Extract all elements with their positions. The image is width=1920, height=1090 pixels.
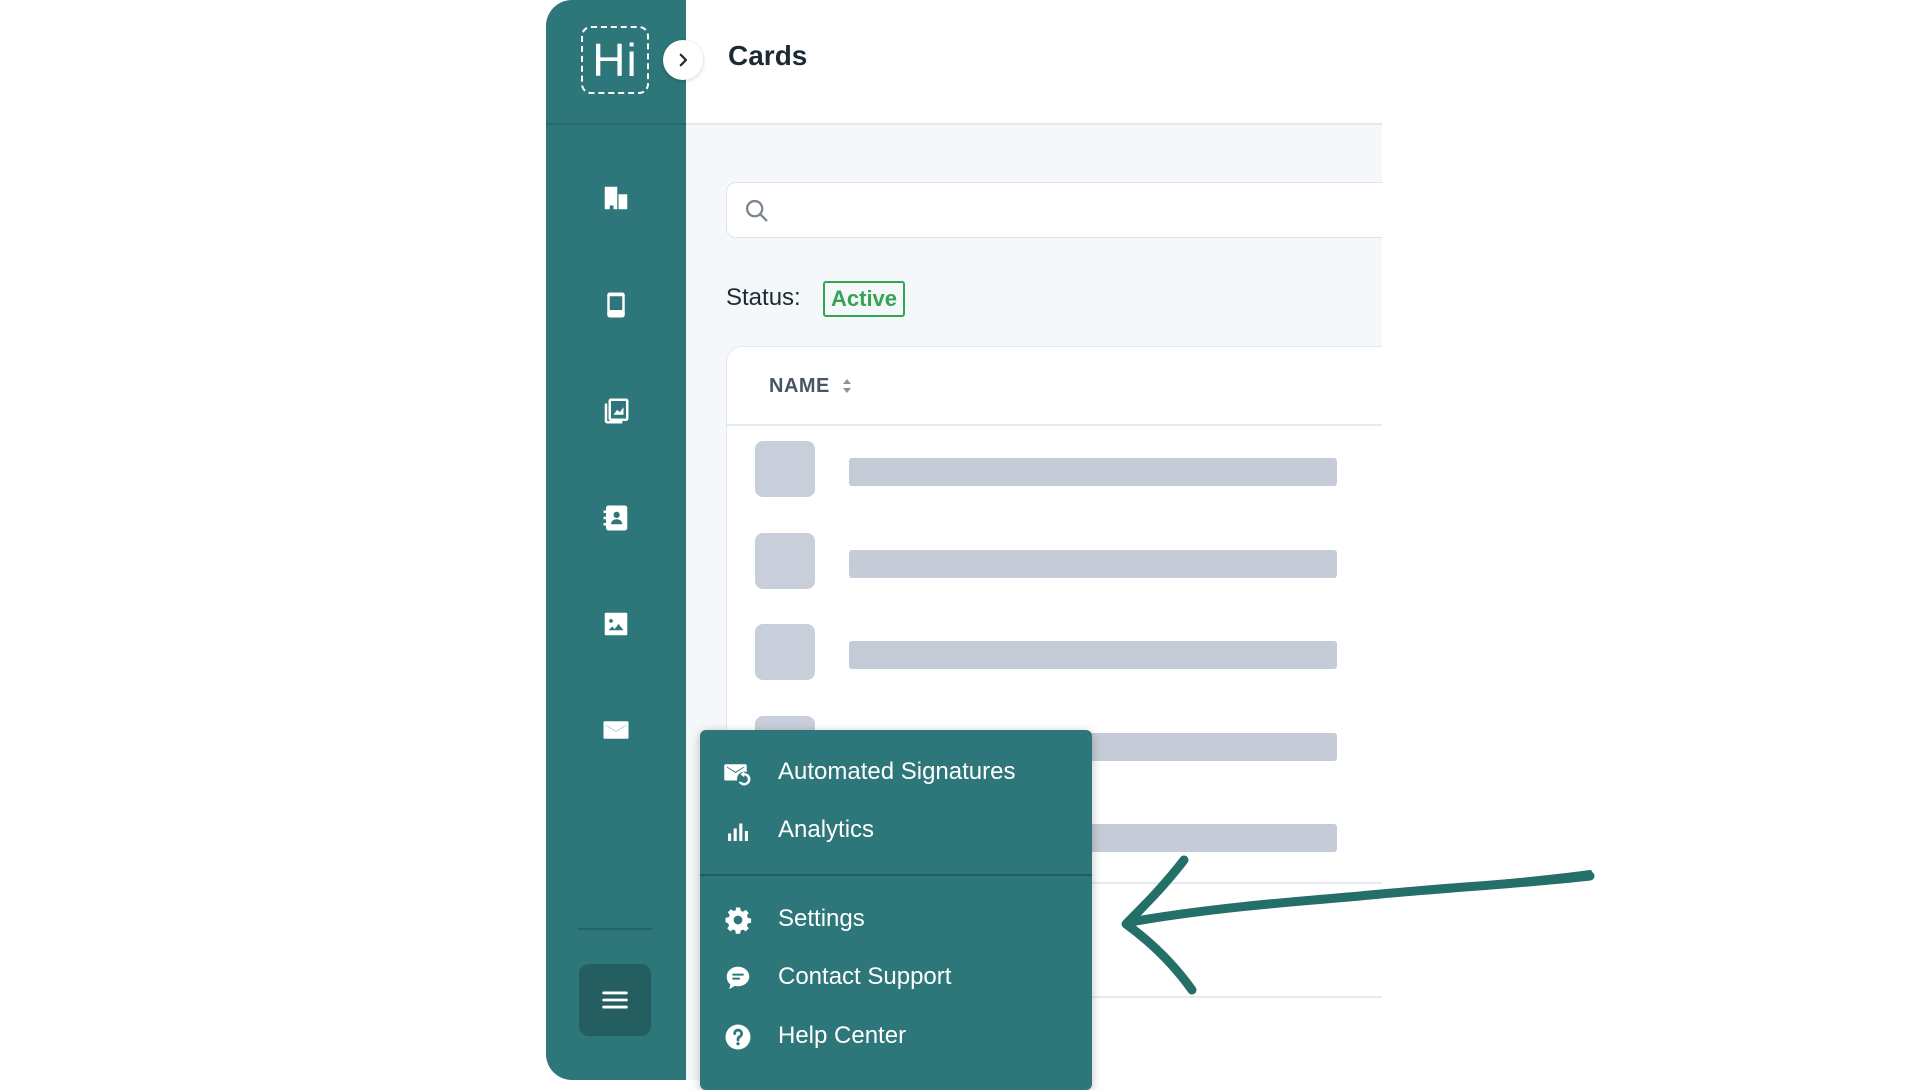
- question-circle-icon: [722, 1021, 754, 1053]
- search-input[interactable]: [783, 193, 1382, 229]
- row-text-placeholder: [849, 458, 1337, 486]
- page-title: Cards: [728, 40, 808, 71]
- building-icon: [604, 186, 628, 210]
- row-text-placeholder: [849, 550, 1337, 578]
- envelope-icon: [603, 721, 629, 739]
- sidebar-item-backgrounds[interactable]: [596, 604, 636, 644]
- contact-book-icon: [603, 505, 628, 531]
- menu-item-label: Help Center: [778, 1022, 907, 1049]
- status-label: Status:: [726, 284, 801, 311]
- chat-bubble-icon: [722, 962, 754, 994]
- menu-divider: [700, 874, 1092, 876]
- status-badge[interactable]: Active: [823, 281, 906, 317]
- bar-chart-icon: [722, 815, 754, 847]
- row-thumbnail-placeholder: [755, 441, 815, 497]
- row-thumbnail-placeholder: [755, 624, 815, 680]
- menu-item-contact-support[interactable]: Contact Support: [700, 950, 1092, 1004]
- sidebar-item-company[interactable]: [596, 178, 636, 218]
- phone-card-icon: [607, 292, 625, 318]
- menu-item-label: Analytics: [778, 816, 875, 843]
- menu-item-settings[interactable]: Settings: [700, 892, 1092, 946]
- table-header: NAME: [727, 347, 1382, 426]
- menu-item-label: Automated Signatures: [778, 758, 1016, 785]
- column-header-name[interactable]: NAME: [769, 375, 830, 398]
- sidebar-item-templates[interactable]: [596, 391, 636, 431]
- gear-icon: [722, 904, 754, 936]
- sidebar-divider: [578, 928, 652, 930]
- row-text-placeholder: [849, 641, 1337, 669]
- menu-item-automated-signatures[interactable]: Automated Signatures: [700, 745, 1092, 799]
- menu-item-label: Contact Support: [778, 963, 952, 990]
- image-icon: [604, 612, 628, 636]
- sidebar-item-email-signatures[interactable]: [596, 710, 636, 750]
- expand-sidebar-button[interactable]: [663, 40, 703, 80]
- menu-item-help-center[interactable]: Help Center: [700, 1009, 1092, 1063]
- hamburger-icon: [602, 991, 628, 1009]
- menu-item-label: Settings: [778, 905, 865, 932]
- chevron-right-icon: [679, 53, 688, 67]
- row-thumbnail-placeholder: [755, 533, 815, 589]
- search-icon: [745, 199, 768, 222]
- mail-sync-icon: [722, 757, 754, 789]
- menu-item-analytics[interactable]: Analytics: [700, 803, 1092, 857]
- table-row[interactable]: [727, 608, 1382, 699]
- search-box[interactable]: [726, 182, 1382, 238]
- header: Cards: [686, 0, 1382, 125]
- sidebar: Hi: [546, 0, 686, 1080]
- sidebar-item-cards[interactable]: [596, 285, 636, 325]
- menu-button[interactable]: [579, 964, 651, 1036]
- table-row[interactable]: [727, 425, 1382, 516]
- sidebar-item-contacts[interactable]: [596, 498, 636, 538]
- logo[interactable]: Hi: [581, 26, 649, 94]
- more-menu-dropdown: Automated Signatures Analytics Settings …: [700, 730, 1092, 1090]
- sort-icon[interactable]: [841, 376, 853, 396]
- table-row[interactable]: [727, 517, 1382, 608]
- card-stack-icon: [604, 398, 629, 424]
- annotation-arrow-icon: [1121, 855, 1595, 995]
